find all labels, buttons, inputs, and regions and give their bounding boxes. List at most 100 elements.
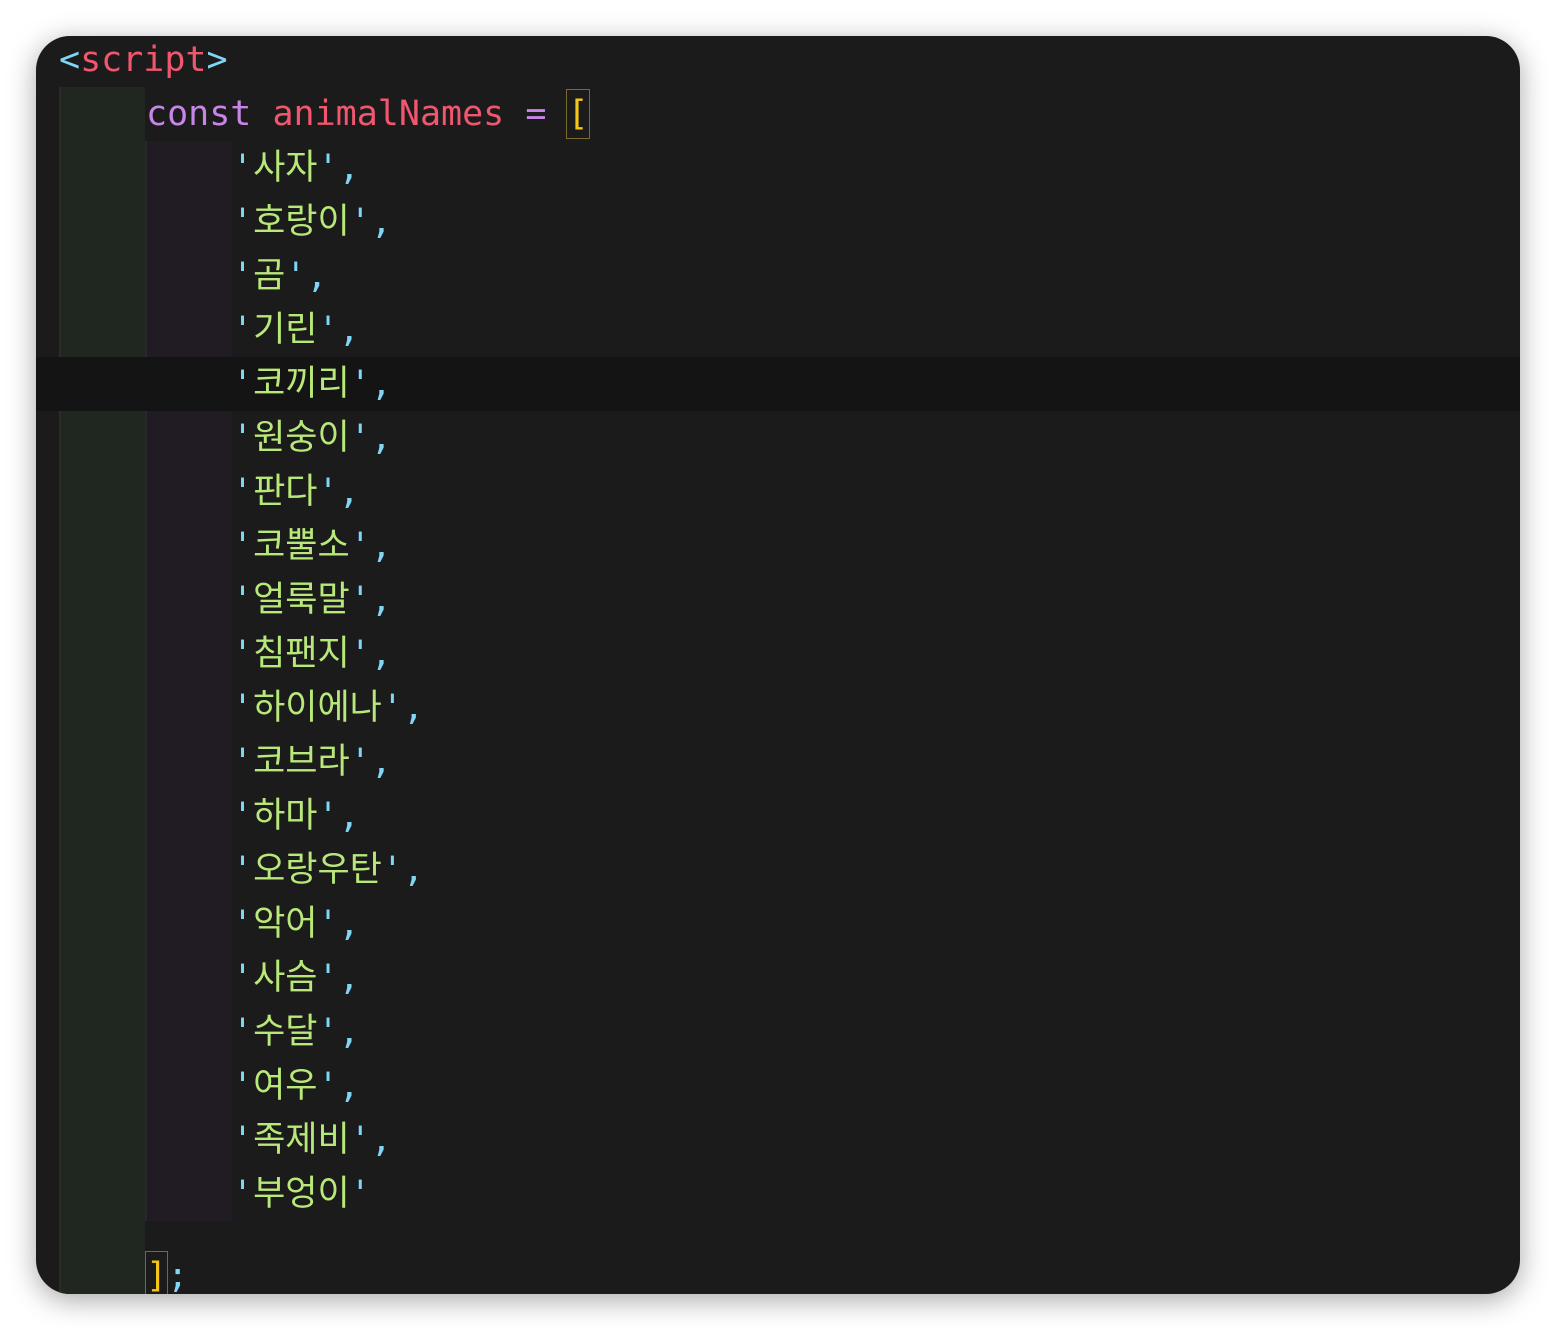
- animal-name-string: 하마: [253, 796, 318, 836]
- code-line-const-declaration[interactable]: const animalNames = [: [146, 87, 590, 141]
- code-line-animal-item[interactable]: '악어',: [232, 897, 360, 951]
- string-quote-open: ': [232, 526, 254, 566]
- comma: ,: [338, 148, 360, 188]
- tag-close-angle: >: [206, 40, 228, 80]
- string-quote-open: ': [232, 634, 254, 674]
- string-quote-open: ': [232, 202, 254, 242]
- semicolon: ;: [167, 1256, 189, 1294]
- string-quote-close: ': [381, 850, 403, 890]
- string-quote-open: ': [232, 364, 254, 404]
- string-quote-close: ': [349, 364, 371, 404]
- comma: ,: [370, 418, 392, 458]
- animal-name-string: 곰: [253, 256, 286, 296]
- string-quote-close: ': [349, 634, 371, 674]
- string-quote-close: ': [317, 796, 339, 836]
- string-quote-close: ': [317, 148, 339, 188]
- string-quote-close: ': [317, 904, 339, 944]
- string-quote-open: ': [232, 310, 254, 350]
- tag-open-angle: <: [59, 40, 81, 80]
- animal-name-string: 수달: [253, 1012, 318, 1052]
- code-line-animal-item[interactable]: '코뿔소',: [232, 519, 392, 573]
- string-quote-close: ': [317, 1066, 339, 1106]
- string-quote-close: ': [349, 742, 371, 782]
- animal-name-string: 얼룩말: [253, 580, 350, 620]
- animal-name-string: 하이에나: [253, 688, 382, 728]
- indent-guide-level-0: [59, 87, 145, 1294]
- code-line-script-open[interactable]: <script>: [59, 36, 228, 87]
- string-quote-close: ': [317, 472, 339, 512]
- code-line-animal-item[interactable]: '여우',: [232, 1059, 360, 1113]
- string-quote-open: ': [232, 1066, 254, 1106]
- assignment-operator: =: [525, 94, 547, 134]
- comma: ,: [338, 958, 360, 998]
- string-quote-close: ': [381, 688, 403, 728]
- code-line-animal-item[interactable]: '수달',: [232, 1005, 360, 1059]
- comma: ,: [306, 256, 328, 296]
- code-editor[interactable]: <script> const animalNames = [ '사자', '호랑이…: [36, 36, 1520, 1294]
- comma: ,: [338, 1066, 360, 1106]
- indent-guide-edge-level-1: [145, 141, 147, 1221]
- open-bracket: [: [566, 89, 590, 139]
- comma: ,: [402, 688, 425, 728]
- string-quote-open: ': [232, 580, 254, 620]
- code-line-animal-item[interactable]: '코브라',: [232, 735, 392, 789]
- animal-name-string: 호랑이: [253, 202, 350, 242]
- comma: ,: [370, 1120, 392, 1160]
- comma: ,: [338, 796, 360, 836]
- indent-guide-level-1: [145, 141, 232, 1221]
- code-line-array-close[interactable]: ];: [144, 1249, 189, 1294]
- string-quote-close: ': [285, 256, 307, 296]
- code-line-animal-item[interactable]: '부엉이': [232, 1167, 371, 1221]
- animal-name-string: 사자: [253, 148, 318, 188]
- animal-name-string: 부엉이: [253, 1174, 350, 1214]
- code-line-animal-item[interactable]: '호랑이',: [232, 195, 392, 249]
- variable-name: animalNames: [272, 94, 505, 134]
- string-quote-close: ': [349, 418, 371, 458]
- script-tag-name: script: [80, 40, 207, 80]
- code-line-animal-item[interactable]: '사자',: [232, 141, 360, 195]
- animal-name-string: 족제비: [253, 1120, 350, 1160]
- string-quote-close: ': [317, 958, 339, 998]
- comma: ,: [338, 310, 360, 350]
- close-bracket: ]: [144, 1251, 169, 1294]
- code-line-animal-item[interactable]: '기린',: [232, 303, 360, 357]
- comma: ,: [370, 580, 392, 620]
- code-line-animal-item[interactable]: '침팬지',: [232, 627, 392, 681]
- code-line-animal-item[interactable]: '곰',: [232, 249, 327, 303]
- animal-name-string: 여우: [253, 1066, 318, 1106]
- string-quote-close: ': [349, 202, 371, 242]
- string-quote-close: ': [349, 526, 371, 566]
- comma: ,: [370, 202, 392, 242]
- string-quote-open: ': [232, 796, 254, 836]
- string-quote-close: ': [349, 580, 371, 620]
- string-quote-open: ': [232, 850, 254, 890]
- code-line-animal-item[interactable]: '얼룩말',: [232, 573, 392, 627]
- string-quote-open: ': [232, 1120, 254, 1160]
- string-quote-close: ': [349, 1174, 371, 1214]
- code-line-animal-item[interactable]: '족제비',: [232, 1113, 392, 1167]
- comma: ,: [370, 364, 392, 404]
- animal-name-string: 코뿔소: [253, 526, 350, 566]
- code-line-animal-item[interactable]: '하이에나',: [232, 681, 424, 735]
- string-quote-open: ': [232, 958, 254, 998]
- comma: ,: [338, 472, 360, 512]
- code-line-animal-item[interactable]: '사슴',: [232, 951, 360, 1005]
- code-line-animal-item[interactable]: '코끼리',: [232, 357, 392, 411]
- string-quote-close: ': [349, 1120, 371, 1160]
- string-quote-open: ': [232, 904, 254, 944]
- comma: ,: [370, 634, 392, 674]
- string-quote-open: ': [232, 418, 254, 458]
- string-quote-open: ': [232, 148, 254, 188]
- code-line-animal-item[interactable]: '판다',: [232, 465, 360, 519]
- animal-name-string: 기린: [253, 310, 318, 350]
- string-quote-open: ': [232, 1012, 254, 1052]
- comma: ,: [338, 904, 360, 944]
- string-quote-close: ': [317, 310, 339, 350]
- animal-name-string: 판다: [253, 472, 318, 512]
- code-line-animal-item[interactable]: '하마',: [232, 789, 360, 843]
- animal-name-string: 악어: [253, 904, 318, 944]
- code-line-animal-item[interactable]: '오랑우탄',: [232, 843, 424, 897]
- code-line-animal-item[interactable]: '원숭이',: [232, 411, 392, 465]
- string-quote-close: ': [317, 1012, 339, 1052]
- comma: ,: [370, 526, 392, 566]
